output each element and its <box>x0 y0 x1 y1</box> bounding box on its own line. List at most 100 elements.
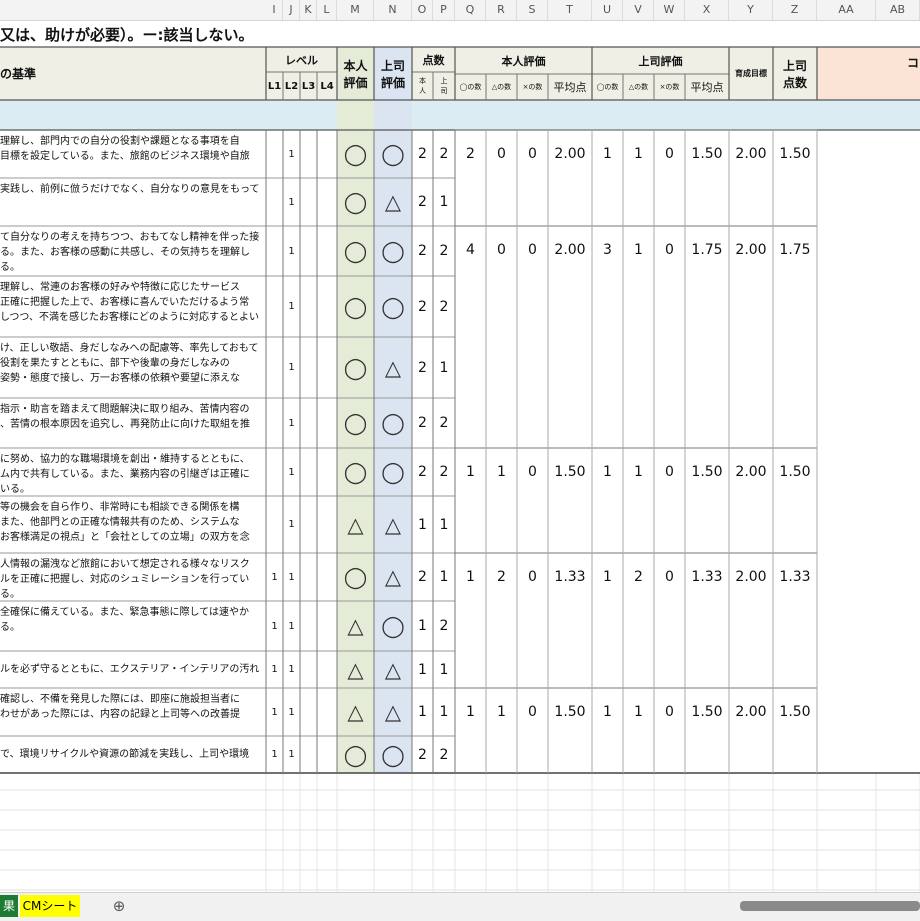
summary-target[interactable]: 2.00 <box>729 130 773 178</box>
boss-score-cell[interactable]: 1 <box>433 178 455 226</box>
summary-sx[interactable]: 0 <box>517 448 548 496</box>
boss-eval-cell[interactable]: ◯ <box>374 226 412 276</box>
summary-bavg[interactable]: 1.33 <box>685 553 729 601</box>
level-l1-cell[interactable]: 1 <box>266 651 283 688</box>
boss-eval-cell[interactable]: △ <box>374 337 412 398</box>
self-score-cell[interactable]: 2 <box>412 178 433 226</box>
summary-bavg[interactable]: 1.75 <box>685 226 729 274</box>
self-eval-cell[interactable]: ◯ <box>337 178 374 226</box>
summary-sc[interactable]: 1 <box>455 553 486 601</box>
boss-group-header[interactable]: 上司評価 <box>592 47 729 74</box>
summary-savg[interactable]: 2.00 <box>548 226 592 274</box>
criteria-text[interactable]: 実践し、前例に倣うだけでなく、自分なりの意見をもって <box>0 178 264 226</box>
summary-bscore[interactable]: 1.75 <box>773 226 817 274</box>
self-score-cell[interactable]: 2 <box>412 337 433 398</box>
criteria-text[interactable]: 全確保に備えている。また、緊急事態に際しては速やか る。 <box>0 601 264 651</box>
level-l1-cell[interactable] <box>266 130 283 178</box>
summary-bt[interactable]: 2 <box>623 553 654 601</box>
self-group-header[interactable]: 本人評価 <box>455 47 592 74</box>
level-l2-cell[interactable]: 1 <box>283 178 300 226</box>
boss-score-cell[interactable]: 2 <box>433 448 455 496</box>
summary-savg[interactable]: 1.50 <box>548 448 592 496</box>
criteria-text[interactable]: 等の機会を自ら作り、非常時にも相談できる関係を構 また、他部門との正確な情報共有の… <box>0 496 264 553</box>
level-l2-cell[interactable]: 1 <box>283 448 300 496</box>
summary-bscore[interactable]: 1.33 <box>773 553 817 601</box>
boss-eval-cell[interactable]: ◯ <box>374 398 412 448</box>
boss-score-cell[interactable]: 1 <box>433 496 455 553</box>
self-count-header-0[interactable]: ◯の数 <box>455 74 486 100</box>
summary-sx[interactable]: 0 <box>517 688 548 736</box>
criteria-text[interactable]: ルを必ず守るとともに、エクステリア・インテリアの汚れ <box>0 651 264 688</box>
boss-eval-cell[interactable]: ◯ <box>374 736 412 773</box>
boss-eval-cell[interactable]: ◯ <box>374 130 412 178</box>
summary-bt[interactable]: 1 <box>623 448 654 496</box>
level-l1-cell[interactable] <box>266 178 283 226</box>
boss-count-header-0[interactable]: ◯の数 <box>592 74 623 100</box>
summary-bc[interactable]: 1 <box>592 553 623 601</box>
summary-savg[interactable]: 2.00 <box>548 130 592 178</box>
self-score-cell[interactable]: 2 <box>412 553 433 601</box>
summary-bx[interactable]: 0 <box>654 448 685 496</box>
summary-bt[interactable]: 1 <box>623 130 654 178</box>
summary-target[interactable]: 2.00 <box>729 553 773 601</box>
boss-eval-cell[interactable]: △ <box>374 651 412 688</box>
self-eval-cell[interactable]: ◯ <box>337 226 374 276</box>
level-l2-cell[interactable]: 1 <box>283 226 300 276</box>
boss-score-cell[interactable]: 1 <box>433 651 455 688</box>
criteria-text[interactable]: 指示・助言を踏まえて問題解決に取り組み、苦情内容の 、苦情の根本原因を追究し、再発… <box>0 398 264 448</box>
summary-bscore[interactable]: 1.50 <box>773 130 817 178</box>
plus-circle-icon[interactable]: ⊕ <box>108 895 130 917</box>
self-eval-cell[interactable]: ◯ <box>337 448 374 496</box>
self-eval-cell[interactable]: ◯ <box>337 553 374 601</box>
summary-st[interactable]: 1 <box>486 688 517 736</box>
level-l1-cell[interactable]: 1 <box>266 688 283 736</box>
level-header[interactable]: レベル <box>266 47 337 72</box>
self-score-cell[interactable]: 2 <box>412 226 433 276</box>
score-header[interactable]: 点数 <box>412 47 455 72</box>
level-l2-cell[interactable]: 1 <box>283 398 300 448</box>
summary-bx[interactable]: 0 <box>654 553 685 601</box>
sheet-tab-result[interactable]: 果 <box>0 895 18 917</box>
criteria-text[interactable]: に努め、協力的な職場環境を創出・維持するとともに、 ム内で共有している。また、業務… <box>0 448 264 496</box>
self-eval-cell[interactable]: △ <box>337 688 374 736</box>
target-header[interactable]: 育成目標 <box>729 47 773 100</box>
summary-sc[interactable]: 1 <box>455 448 486 496</box>
boss-score-cell[interactable]: 1 <box>433 337 455 398</box>
level-l2-cell[interactable]: 1 <box>283 736 300 773</box>
summary-sc[interactable]: 1 <box>455 688 486 736</box>
summary-st[interactable]: 1 <box>486 448 517 496</box>
sheet-tab-cm[interactable]: CMシート <box>20 895 80 917</box>
self-eval-cell[interactable]: ◯ <box>337 276 374 337</box>
boss-count-header-1[interactable]: △の数 <box>623 74 654 100</box>
level-l1-cell[interactable] <box>266 276 283 337</box>
boss-eval-header[interactable]: 上司 評価 <box>374 47 412 100</box>
level-l3[interactable]: L3 <box>300 72 317 100</box>
criteria-text[interactable]: 確認し、不備を発見した際には、即座に施設担当者に わせがあった際には、内容の記録と… <box>0 688 264 736</box>
criteria-text[interactable]: け、正しい敬語、身だしなみへの配慮等、率先しておもて 役割を果たすとともに、部下や… <box>0 337 264 398</box>
summary-st[interactable]: 2 <box>486 553 517 601</box>
boss-eval-cell[interactable]: ◯ <box>374 601 412 651</box>
self-avg-header[interactable]: 平均点 <box>548 74 592 100</box>
criteria-text[interactable]: で、環境リサイクルや資源の節減を実践し、上司や環境 <box>0 736 264 773</box>
criteria-text[interactable]: て自分なりの考えを持ちつつ、おもてなし精神を伴った接 る。また、お客様の感動に共感… <box>0 226 264 276</box>
summary-bx[interactable]: 0 <box>654 130 685 178</box>
level-l1-cell[interactable] <box>266 226 283 276</box>
level-l1-cell[interactable]: 1 <box>266 736 283 773</box>
criteria-header[interactable]: の基準 <box>0 47 266 100</box>
summary-bt[interactable]: 1 <box>623 226 654 274</box>
summary-bx[interactable]: 0 <box>654 226 685 274</box>
boss-score-cell[interactable]: 2 <box>433 226 455 276</box>
summary-savg[interactable]: 1.33 <box>548 553 592 601</box>
level-l1-cell[interactable] <box>266 337 283 398</box>
summary-bt[interactable]: 1 <box>623 688 654 736</box>
self-score-cell[interactable]: 2 <box>412 398 433 448</box>
self-score-cell[interactable]: 2 <box>412 736 433 773</box>
summary-sc[interactable]: 4 <box>455 226 486 274</box>
summary-target[interactable]: 2.00 <box>729 688 773 736</box>
summary-sc[interactable]: 2 <box>455 130 486 178</box>
level-l2-cell[interactable]: 1 <box>283 688 300 736</box>
boss-avg-header[interactable]: 平均点 <box>685 74 729 100</box>
level-l2-cell[interactable]: 1 <box>283 130 300 178</box>
boss-eval-cell[interactable]: ◯ <box>374 448 412 496</box>
boss-eval-cell[interactable]: △ <box>374 553 412 601</box>
